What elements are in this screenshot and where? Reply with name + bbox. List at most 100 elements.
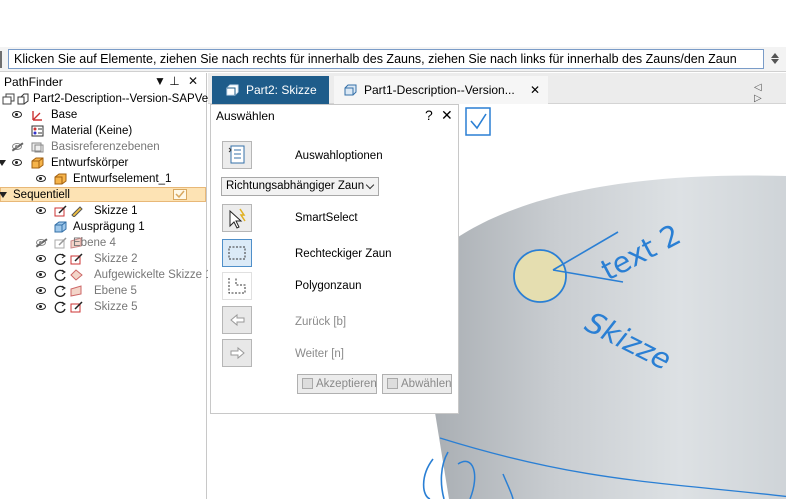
rectangle-fence-icon [228,246,246,260]
smartselect-button[interactable] [222,204,252,232]
hidden-eye-icon[interactable] [12,143,22,150]
tree-item-label: Ebene 5 [94,285,137,297]
tree-item-base[interactable]: Base [0,107,206,123]
back-label: Zurück [b] [295,316,347,328]
rollback-icon [54,301,66,313]
collapse-icon[interactable] [0,192,7,198]
help-icon[interactable]: ? [425,107,433,123]
sketch-icon [70,301,83,313]
tree-item-plane-5[interactable]: Ebene 5 [0,283,206,299]
collapse-icon[interactable] [0,160,6,166]
selected-circle[interactable] [513,249,567,303]
tree-item-sketch-2[interactable]: Skizze 2 [0,251,206,267]
extrude-icon [54,221,67,233]
tree-item-label: Material (Keine) [51,125,133,137]
rectangular-fence-button[interactable] [222,239,252,267]
reject-label: Abwählen [401,378,452,390]
part-document-icon [344,84,357,96]
tree-item-sketch-5[interactable]: Skizze 5 [0,299,206,315]
prompt-bar: Klicken Sie auf Elemente, ziehen Sie nac… [0,47,786,72]
tree-item-material[interactable]: Material (Keine) [0,123,206,139]
rollback-icon [54,269,66,281]
smartselect-label: SmartSelect [295,212,358,224]
close-icon[interactable]: ✕ [530,76,540,104]
tree-item-extrude-1[interactable]: Ausprägung 1 [0,219,206,235]
visibility-eye-icon[interactable] [12,111,22,118]
options-list-icon [228,145,245,164]
part-icon [17,93,29,105]
accept-button[interactable]: Akzeptieren [297,374,377,394]
tree-item-label: Aufgewickelte Skizze 1 [94,269,212,281]
rollback-icon [54,253,66,265]
material-icon [31,125,44,137]
close-icon[interactable]: ✕ [188,74,198,88]
sketch-pencil-icon [71,206,83,217]
tree-item-label: Part2-Description--Version-SAPVer [33,93,212,105]
selection-options-label: Auswahloptionen [295,150,383,162]
sequential-check-icon[interactable] [173,189,187,200]
polygon-fence-button[interactable] [222,272,252,300]
reject-x-icon [387,378,398,389]
part-document-icon [226,84,239,96]
next-label: Weiter [n] [295,348,344,360]
tree-item-plane-4[interactable]: Ebene 4 [0,235,206,251]
plane-icon [70,285,82,297]
next-button[interactable] [222,339,252,367]
tab-part2-sketch[interactable]: Part2: Skizze [212,76,329,104]
arrow-right-icon [230,346,245,360]
hidden-eye-icon[interactable] [36,239,46,246]
back-button[interactable] [222,306,252,334]
tree-item-reference-planes[interactable]: Basisreferenzebenen [0,139,206,155]
accept-label: Akzeptieren [316,378,377,390]
design-element-icon [54,173,67,185]
close-icon[interactable]: ✕ [441,107,453,124]
selection-options-button[interactable] [222,141,252,169]
visibility-eye-icon[interactable] [12,159,22,166]
accept-check-icon [302,378,313,389]
select-dialog: Auswählen ? ✕ Auswahloptionen Richtungsa… [210,104,459,414]
reject-button[interactable]: Abwählen [382,374,452,394]
scroll-up-icon[interactable] [771,53,779,58]
tree-item-label: Ebene 4 [73,237,116,249]
tree-item-sequential[interactable]: Sequentiell [0,187,206,202]
tree-item-label: Sequentiell [13,189,70,201]
prompt-scroll-arrows[interactable] [768,52,782,66]
tree-item-part[interactable]: Part2-Description--Version-SAPVer [0,91,212,107]
tree-item-wrapped-sketch[interactable]: Aufgewickelte Skizze 1 [0,267,212,283]
prompt-text: Klicken Sie auf Elemente, ziehen Sie nac… [8,49,764,69]
scroll-down-icon[interactable] [771,59,779,64]
visibility-eye-icon[interactable] [36,303,46,310]
rectangular-fence-label: Rechteckiger Zaun [295,248,392,260]
visibility-eye-icon[interactable] [36,255,46,262]
visibility-eye-icon[interactable] [36,175,46,182]
tree-item-design-body[interactable]: Entwurfskörper [0,155,206,171]
arrow-left-icon [230,313,245,327]
part-root-icon [2,93,15,105]
tree-item-design-element[interactable]: Entwurfselement_1 [0,171,206,187]
polygon-fence-icon [228,278,246,294]
polygon-fence-label: Polygonzaun [295,280,362,292]
pin-icon[interactable]: ▼ ⊥ [154,74,180,88]
tree-item-label: Entwurfselement_1 [73,173,172,185]
fence-mode-select[interactable]: Richtungsabhängiger Zaun [221,177,379,196]
rollback-icon [54,285,66,297]
sketch-icon [70,253,83,265]
select-check-icon[interactable] [465,107,491,136]
reference-planes-icon [31,142,44,153]
tab-scroll-arrows[interactable]: ◁ ▷ [754,82,786,104]
tree-item-label: Skizze 1 [94,205,138,217]
tree-item-label: Entwurfskörper [51,157,129,169]
design-body-icon [31,157,44,169]
visibility-eye-icon[interactable] [36,287,46,294]
visibility-eye-icon[interactable] [36,207,46,214]
prompt-bar-handle [0,51,2,68]
wrapped-sketch-curve-2[interactable] [422,458,434,499]
tree-item-sketch-1[interactable]: Skizze 1 [0,203,206,219]
tree-item-label: Skizze 2 [94,253,138,265]
tab-part1-description[interactable]: Part1-Description--Version... ✕ [334,76,548,104]
tree-item-label: Ausprägung 1 [73,221,145,233]
sketch-icon [54,205,67,217]
top-blank-area [0,0,786,47]
visibility-eye-icon[interactable] [36,271,46,278]
chevron-down-icon [365,180,375,190]
